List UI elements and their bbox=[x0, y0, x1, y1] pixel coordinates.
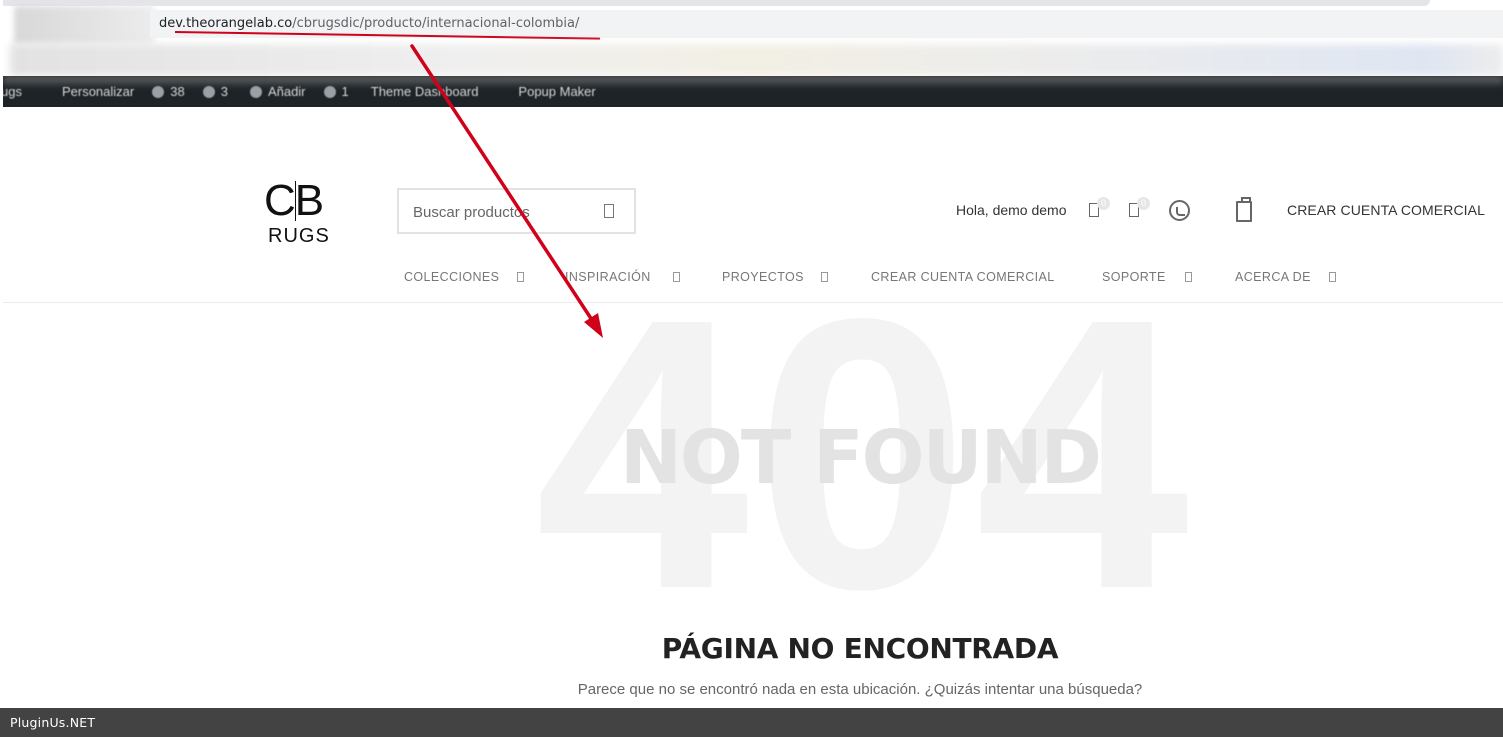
nav-item-acerca-de[interactable]: ACERCA DE bbox=[1235, 270, 1311, 284]
search-box bbox=[397, 188, 636, 234]
admin-bar-theme-dashboard[interactable]: Theme Dashboard bbox=[371, 84, 479, 99]
search-icon[interactable] bbox=[604, 204, 614, 218]
not-found-heading: NOT FOUND bbox=[620, 415, 1102, 501]
error-message: Parece que no se encontró nada en esta u… bbox=[577, 681, 1143, 698]
admin-bar-site[interactable]: ugs bbox=[3, 84, 22, 99]
admin-bar-customize[interactable]: Personalizar bbox=[62, 84, 134, 99]
bottom-bar-text: PluginUs.NET bbox=[10, 715, 96, 730]
site-logo[interactable]: CB RUGS bbox=[262, 177, 332, 249]
logo-rugs: RUGS bbox=[268, 225, 330, 247]
tab-strip bbox=[0, 0, 1430, 6]
logo-divider bbox=[295, 181, 296, 221]
url-path: /cbrugsdic/producto/internacional-colomb… bbox=[292, 16, 580, 31]
updates-icon bbox=[152, 85, 165, 98]
search-input[interactable] bbox=[413, 202, 593, 222]
url-domain: dev.theorangelab.co bbox=[159, 16, 293, 31]
blurred-bookmarks-bar bbox=[10, 44, 1503, 76]
admin-bar-items: ugs Personalizar 38 3 Añadir 1 Theme Das… bbox=[3, 84, 596, 99]
user-greeting[interactable]: Hola, demo demo bbox=[956, 202, 1067, 218]
admin-bar-comments[interactable]: 3 bbox=[202, 84, 228, 99]
url-text[interactable]: dev.theorangelab.co/cbrugsdic/producto/i… bbox=[159, 16, 579, 31]
plus-icon bbox=[249, 85, 262, 98]
browser-chrome: dev.theorangelab.co/cbrugsdic/producto/i… bbox=[0, 0, 1503, 46]
compare-count-badge: 0 bbox=[1097, 197, 1110, 210]
blurred-browser-controls bbox=[14, 6, 154, 44]
shopping-bag-icon[interactable] bbox=[1236, 197, 1252, 222]
wishlist-count-badge: 0 bbox=[1137, 197, 1150, 210]
whatsapp-icon[interactable] bbox=[1169, 200, 1190, 221]
admin-bar-popup-maker[interactable]: Popup Maker bbox=[518, 84, 595, 99]
plugin-icon bbox=[323, 85, 336, 98]
nav-item-colecciones[interactable]: COLECCIONES bbox=[404, 270, 499, 284]
comments-icon bbox=[202, 85, 215, 98]
logo-cb: CB bbox=[264, 176, 324, 225]
page-title: PÁGINA NO ENCONTRADA bbox=[661, 632, 1059, 665]
header-create-account-link[interactable]: CREAR CUENTA COMERCIAL bbox=[1287, 202, 1485, 218]
wp-admin-bar: ugs Personalizar 38 3 Añadir 1 Theme Das… bbox=[3, 76, 1503, 107]
admin-bar-plugin[interactable]: 1 bbox=[323, 84, 349, 99]
chevron-down-icon[interactable] bbox=[1329, 272, 1336, 282]
admin-bar-updates[interactable]: 38 bbox=[152, 84, 185, 99]
bottom-bar: PluginUs.NET bbox=[0, 708, 1503, 737]
admin-bar-new[interactable]: Añadir bbox=[249, 84, 306, 99]
